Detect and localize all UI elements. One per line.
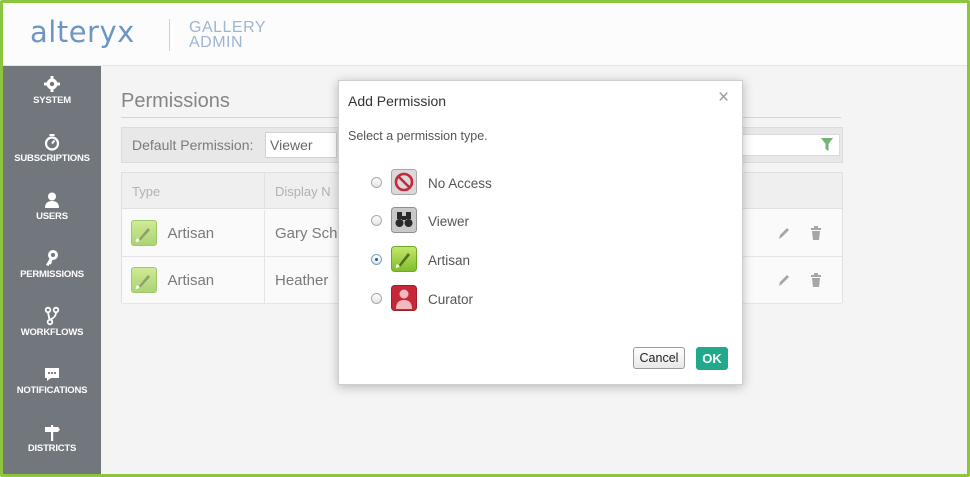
option-viewer[interactable]: Viewer: [371, 207, 571, 235]
option-label: Artisan: [428, 253, 471, 268]
app-window: alteryx GALLERY ADMIN SYSTEM SUBSCRIPTIO…: [0, 0, 970, 477]
radio-viewer[interactable]: [371, 215, 382, 226]
binoculars-icon: [391, 207, 417, 233]
option-label: Viewer: [428, 214, 470, 229]
paintbrush-icon: [391, 246, 417, 272]
option-no-access[interactable]: No Access: [371, 169, 571, 197]
ok-button[interactable]: OK: [696, 347, 728, 370]
radio-curator[interactable]: [371, 293, 382, 304]
radio-artisan[interactable]: [371, 254, 382, 265]
curator-person-icon: [391, 285, 417, 311]
option-curator[interactable]: Curator: [371, 285, 571, 313]
dialog-instructions: Select a permission type.: [348, 129, 488, 143]
option-label: Curator: [428, 292, 474, 307]
cancel-button[interactable]: Cancel: [633, 347, 685, 369]
dialog-title: Add Permission: [348, 93, 447, 109]
option-label: No Access: [428, 176, 492, 191]
close-icon[interactable]: ×: [718, 87, 729, 109]
option-artisan[interactable]: Artisan: [371, 246, 571, 274]
no-access-icon: [391, 169, 417, 195]
add-permission-dialog: Add Permission × Select a permission typ…: [338, 80, 743, 385]
radio-no-access[interactable]: [371, 177, 382, 188]
